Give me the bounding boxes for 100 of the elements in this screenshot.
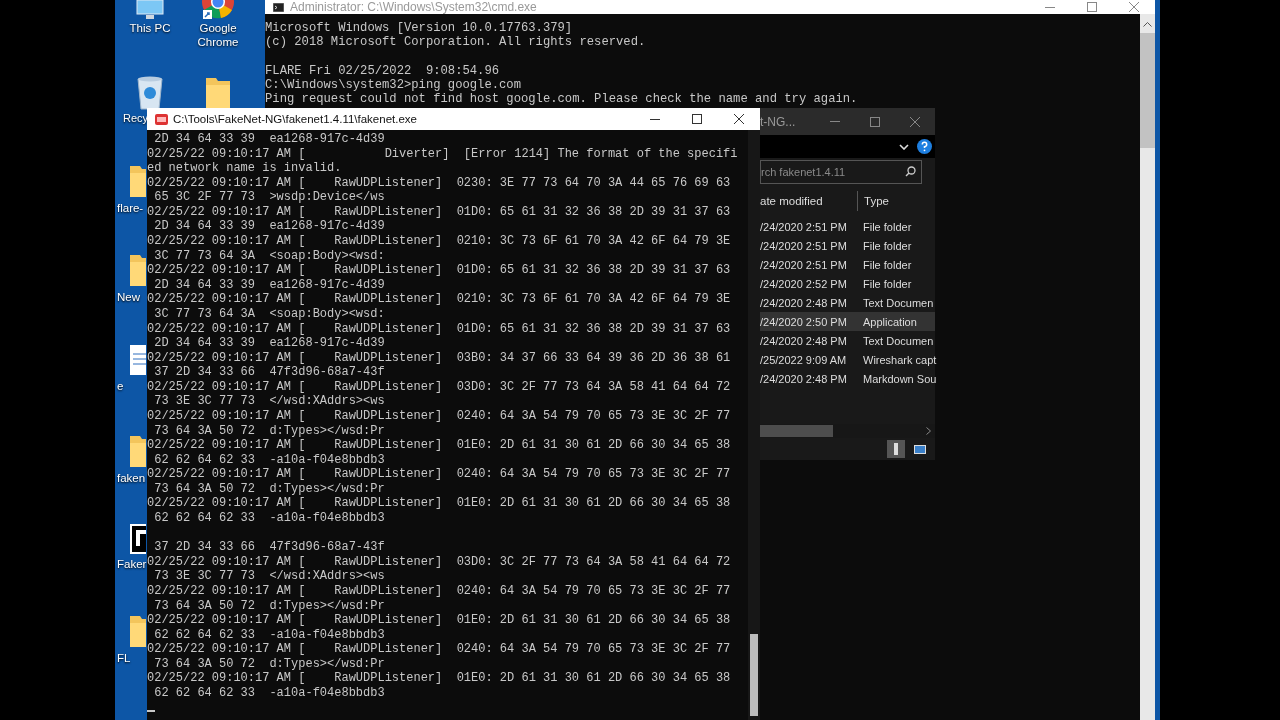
- browser-icon: [201, 0, 235, 20]
- date-cell-text: /24/2020 2:48 PM: [760, 296, 848, 309]
- date-cell-text: /24/2020 2:48 PM: [760, 372, 848, 385]
- console-line: 02/25/22 09:10:17 AM [ RawUDPListener] 01D0: 65 61 31 32 36 38 2D 39 31 37 63: [147, 321, 732, 337]
- icon-label[interactable]: flare-: [117, 201, 144, 215]
- file-row[interactable]: /24/2020 2:48 PM Markdown Sou: [760, 369, 935, 388]
- scroll-right-icon[interactable]: [926, 427, 931, 435]
- icon-label[interactable]: FL: [117, 651, 131, 665]
- console-line: FLARE Fri 02/25/2022 9:08:54.96: [265, 63, 501, 78]
- file-row[interactable]: /24/2020 2:48 PM Text Documen: [760, 293, 935, 312]
- text-cursor: [147, 709, 155, 712]
- file-row[interactable]: /24/2020 2:51 PM File folder: [760, 236, 935, 255]
- vertical-scrollbar[interactable]: [1140, 14, 1155, 720]
- chevron-down-icon[interactable]: [899, 143, 909, 150]
- type-cell: Text Documen: [863, 296, 934, 309]
- console-line: 73 64 3A 50 72 d:Types></wsd:Pr: [153, 656, 386, 672]
- console-line: 73 64 3A 50 72 d:Types></wsd:Pr: [153, 598, 386, 614]
- icon-label[interactable]: This PC: [129, 21, 171, 35]
- type-cell: Application: [863, 315, 917, 328]
- thumbnail-view-icon: [914, 444, 926, 454]
- console-line: (c) 2018 Microsoft Corporation. All rights reserved.: [265, 34, 647, 50]
- console-line: 02/25/22 09:10:17 AM [ RawUDPListener] 01D0: 65 61 31 32 36 38 2D 39 31 37 63: [147, 204, 732, 220]
- minimize-icon: [650, 118, 660, 120]
- date-cell-text: /24/2020 2:52 PM: [760, 277, 848, 290]
- file-row[interactable]: /24/2020 2:51 PM File folder: [760, 255, 935, 274]
- vertical-scrollbar[interactable]: [748, 130, 760, 720]
- file-row[interactable]: /25/2022 9:09 AM Wireshark capt: [760, 350, 935, 369]
- icon-label[interactable]: Faker: [117, 557, 147, 571]
- file-row[interactable]: /24/2020 2:51 PM File folder: [760, 217, 935, 236]
- scrollbar-thumb[interactable]: [1140, 33, 1155, 148]
- console-line: 65 3C 2F 77 73 >wsdp:Device</ws: [153, 190, 386, 205]
- folder-icon: [130, 164, 146, 198]
- date-cell-text: /24/2020 2:48 PM: [760, 334, 848, 347]
- minimize-icon: [830, 121, 840, 122]
- console-line: 37 2D 34 33 66 47f3d96-68a7-43f: [153, 540, 386, 555]
- file-row[interactable]: /24/2020 2:52 PM File folder: [760, 274, 935, 293]
- console-line: ed network name is invalid.: [147, 161, 343, 176]
- app-icon: [155, 113, 168, 125]
- console-line: 02/25/22 09:10:17 AM [ RawUDPListener] 0240: 64 3A 54 79 70 65 73 3E 3C 2F 77: [147, 409, 732, 424]
- console-line: 62 62 64 62 33 -a10a-f04e8bbdb3: [153, 685, 386, 701]
- folder-icon: [204, 76, 232, 110]
- icon-label[interactable]: New: [117, 290, 140, 304]
- console-line: 02/25/22 09:10:17 AM [ RawUDPListener] 0210: 3C 73 6F 61 70 3A 42 6F 64 79 3E: [147, 292, 732, 307]
- console-line: 37 2D 34 33 66 47f3d96-68a7-43f: [153, 365, 386, 380]
- icon-label[interactable]: faken: [117, 471, 146, 485]
- type-cell: File folder: [863, 277, 912, 290]
- details-view-icon: [894, 443, 898, 455]
- console-line: 02/25/22 09:10:17 AM [ RawUDPListener] 0210: 3C 73 6F 61 70 3A 42 6F 64 79 3E: [147, 234, 732, 249]
- column-header[interactable]: ate modified: [760, 195, 857, 207]
- date-cell-text: /24/2020 2:51 PM: [760, 220, 848, 233]
- console-line: 02/25/22 09:10:17 AM [ RawUDPListener] 0240: 64 3A 54 79 70 65 73 3E 3C 2F 77: [147, 583, 732, 599]
- computer-icon: [135, 0, 165, 20]
- document-icon: [130, 344, 146, 376]
- folder-icon: [130, 253, 146, 287]
- console-line: 02/25/22 09:10:17 AM [ RawUDPListener] 0240: 64 3A 54 79 70 65 73 3E 3C 2F 77: [147, 467, 732, 482]
- maximize-icon: [1087, 2, 1097, 12]
- console-line: 3C 77 73 64 3A <soap:Body><wsd:: [153, 248, 386, 264]
- console-line: 02/25/22 09:10:17 AM [ RawUDPListener] 03D0: 3C 2F 77 73 64 3A 58 41 64 64 72: [147, 379, 732, 395]
- recycle-bin-icon: [135, 76, 165, 110]
- console-line: 02/25/22 09:10:17 AM [ RawUDPListener] 0230: 3E 77 73 64 70 3A 44 65 76 69 63: [147, 175, 732, 191]
- console-line: 73 3E 3C 77 73 </wsd:XAddrs><ws: [153, 394, 386, 409]
- type-cell: File folder: [863, 258, 912, 271]
- file-row[interactable]: /24/2020 2:50 PM Application: [760, 312, 935, 331]
- maximize-icon: [870, 116, 880, 127]
- search-field[interactable]: rch fakenet1.4.11: [760, 160, 922, 184]
- icon-label[interactable]: Recy: [123, 111, 149, 125]
- console-line: 2D 34 64 33 39 ea1268-917c-4d39: [153, 277, 386, 293]
- console-line: Microsoft Windows [Version 10.0.17763.379]: [265, 20, 574, 35]
- type-cell: Wireshark capt: [863, 353, 937, 366]
- console-line: 62 62 64 62 33 -a10a-f04e8bbdb3: [153, 627, 386, 643]
- date-cell-text: /24/2020 2:51 PM: [760, 258, 848, 271]
- scrollbar-thumb[interactable]: [750, 634, 758, 716]
- column-header[interactable]: Type: [864, 195, 889, 207]
- window-title: Administrator: C:\Windows\System32\cmd.exe: [290, 0, 538, 14]
- minimize-icon: [1045, 6, 1055, 8]
- scrollbar-thumb[interactable]: [760, 425, 833, 437]
- folder-icon: [130, 614, 146, 648]
- console-line: 02/25/22 09:10:17 AM [ RawUDPListener] 01D0: 65 61 31 32 36 38 2D 39 31 37 63: [147, 263, 732, 278]
- type-cell: Text Documen: [863, 334, 934, 347]
- scroll-up-icon[interactable]: [1143, 22, 1152, 27]
- date-cell-text: /25/2022 9:09 AM: [760, 353, 848, 366]
- console-line: 2D 34 64 33 39 ea1268-917c-4d39: [153, 132, 386, 147]
- help-icon[interactable]: [917, 139, 932, 154]
- terminal-icon: [273, 2, 284, 12]
- console-line: C:\Windows\system32>ping google.com: [265, 77, 522, 93]
- details-view-button[interactable]: [887, 440, 905, 458]
- console-line: 2D 34 64 33 39 ea1268-917c-4d39: [153, 219, 386, 235]
- console-line: 02/25/22 09:10:17 AM [ RawUDPListener] 0240: 64 3A 54 79 70 65 73 3E 3C 2F 77: [147, 642, 732, 657]
- console-line: 73 64 3A 50 72 d:Types></wsd:Pr: [153, 423, 386, 439]
- icon-label[interactable]: Google Chrome: [188, 21, 248, 49]
- close-icon: [1129, 2, 1139, 12]
- type-cell: File folder: [863, 239, 912, 252]
- date-cell-text: /24/2020 2:51 PM: [760, 239, 848, 252]
- console-line: Ping request could not find host google.com. Please check the name and try again.: [265, 92, 859, 107]
- file-row[interactable]: /24/2020 2:48 PM Text Documen: [760, 331, 935, 350]
- console-line: 02/25/22 09:10:17 AM [ RawUDPListener] 01E0: 2D 61 31 30 61 2D 66 30 34 65 38: [147, 496, 732, 512]
- console-line: 02/25/22 09:10:17 AM [ RawUDPListener] 03B0: 34 37 66 33 64 39 36 2D 36 38 61: [147, 350, 732, 366]
- icon-label[interactable]: e: [117, 379, 124, 393]
- close-icon: [910, 116, 920, 127]
- search-icon: [905, 166, 916, 177]
